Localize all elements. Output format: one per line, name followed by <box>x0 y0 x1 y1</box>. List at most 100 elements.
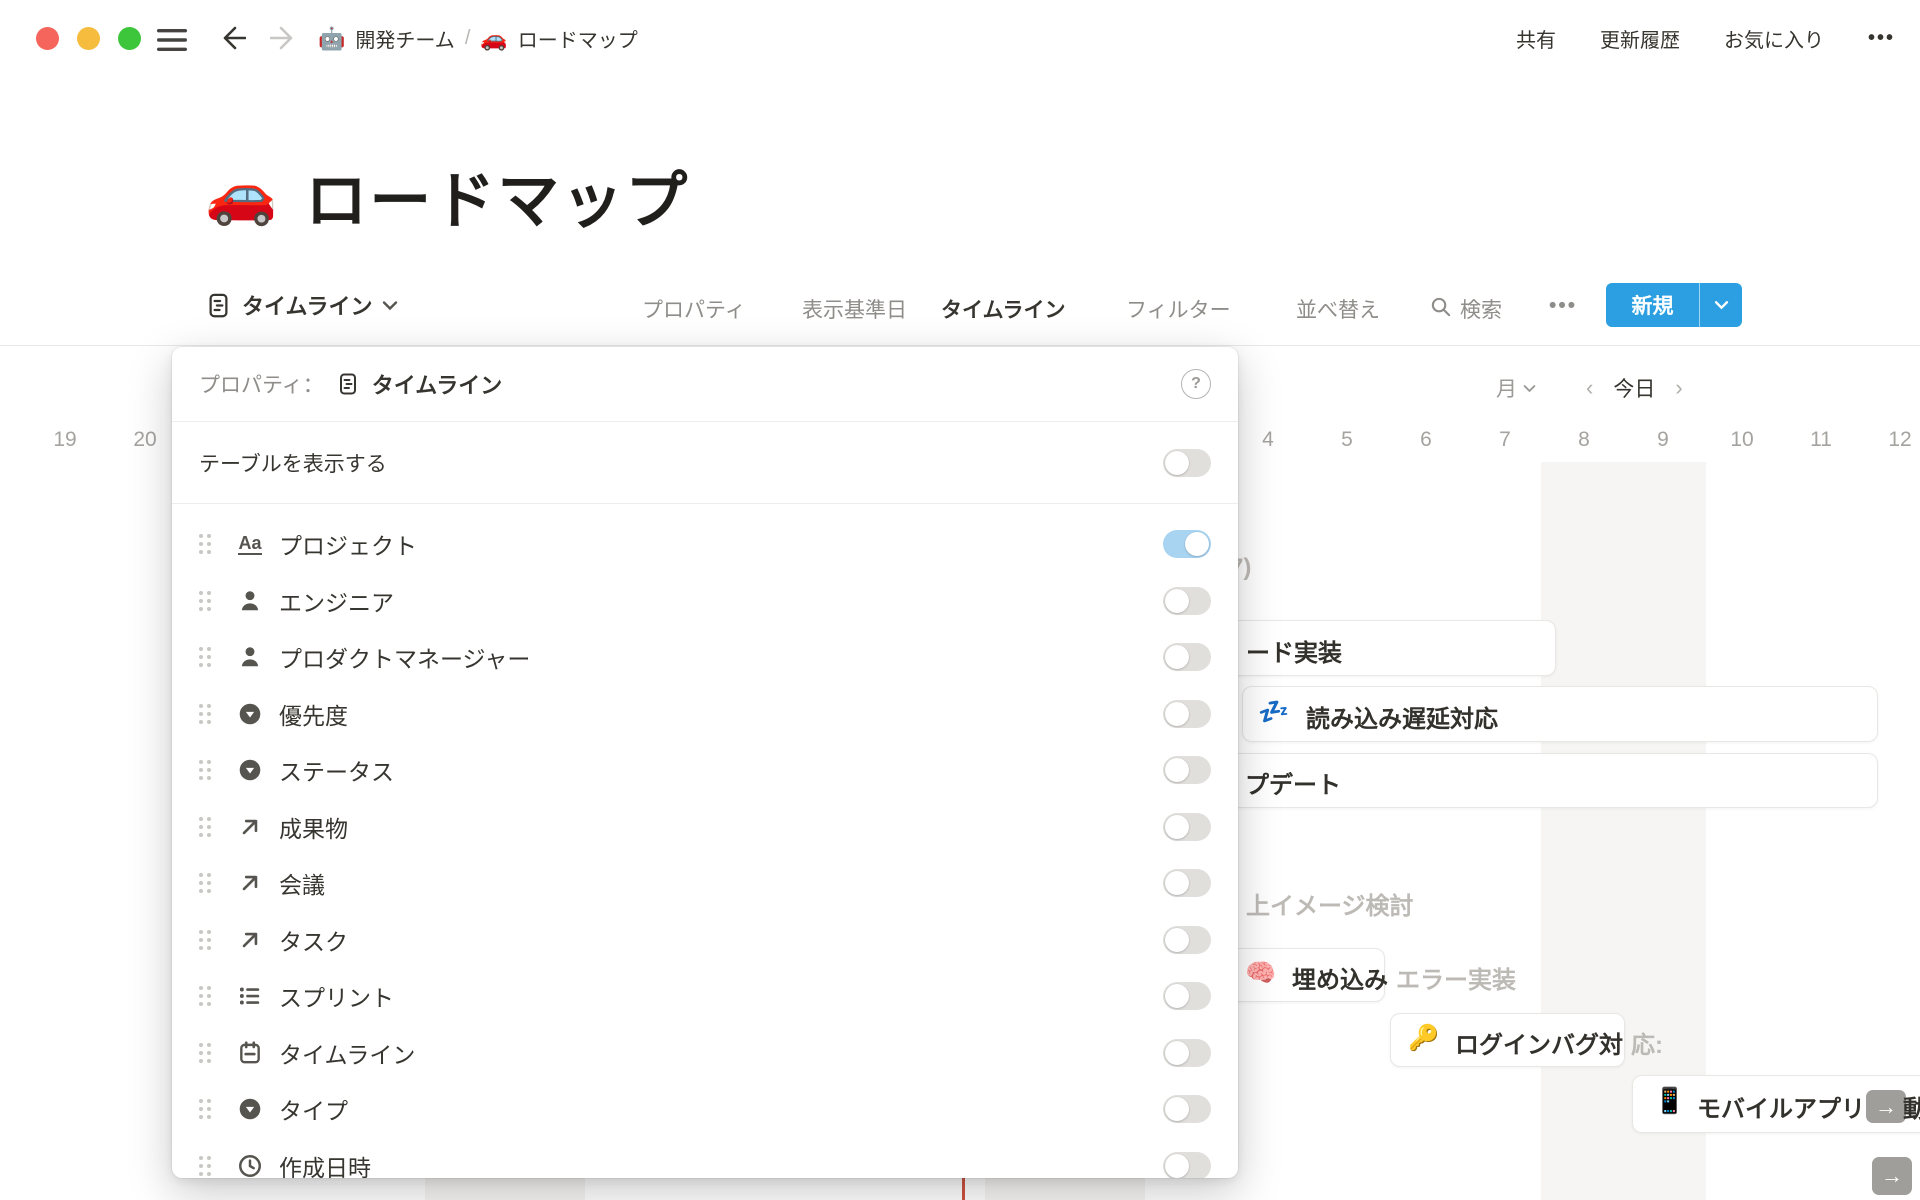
tab-timeline-view[interactable]: タイムライン <box>205 289 398 321</box>
new-button-caret-icon[interactable] <box>1700 300 1742 310</box>
drag-handle-icon[interactable] <box>199 704 213 724</box>
drag-handle-icon[interactable] <box>199 647 213 667</box>
property-label: プロダクトマネージャー <box>279 640 530 674</box>
filter-button[interactable]: フィルター <box>1126 294 1231 324</box>
properties-button[interactable]: プロパティ <box>642 294 746 324</box>
more-options-icon[interactable]: ••• <box>1868 27 1895 50</box>
timeline-item-ghost-title[interactable]: 上イメージ検討 <box>1246 886 1414 921</box>
property-row: エンジニア <box>199 573 1211 630</box>
search-button[interactable]: 検索 <box>1460 294 1502 324</box>
drag-handle-icon[interactable] <box>199 591 213 611</box>
new-button-label[interactable]: 新規 <box>1606 290 1699 320</box>
date-icon <box>235 1038 265 1068</box>
property-label: タスク <box>279 923 348 957</box>
close-window-button[interactable] <box>36 27 59 50</box>
property-toggle[interactable] <box>1163 926 1211 954</box>
list-icon <box>235 981 265 1011</box>
next-period-button[interactable]: › <box>1663 375 1694 401</box>
prev-period-button[interactable]: ‹ <box>1574 375 1605 401</box>
breadcrumb-separator: / <box>465 27 471 50</box>
property-toggle[interactable] <box>1163 700 1211 728</box>
drag-handle-icon[interactable] <box>199 930 213 950</box>
item-title-overflow: 応: <box>1631 1025 1663 1060</box>
properties-popup: プロパティ： タイムライン ? テーブルを表示する Aaプロジェクトエンジニアプ… <box>172 347 1238 1178</box>
divider <box>172 503 1238 504</box>
breadcrumb-team[interactable]: 開発チーム <box>355 24 454 53</box>
property-label: タイムライン <box>279 1036 415 1070</box>
updates-button[interactable]: 更新履歴 <box>1600 24 1680 53</box>
drag-handle-icon[interactable] <box>199 986 213 1006</box>
today-button[interactable]: 今日 <box>1605 373 1663 403</box>
timeline-item-title[interactable]: ード実装 <box>1246 633 1342 668</box>
drag-handle-icon[interactable] <box>199 534 213 554</box>
favorite-button[interactable]: お気に入り <box>1724 24 1824 53</box>
relation-icon <box>235 868 265 898</box>
date-label: 9 <box>1657 428 1669 452</box>
date-basis-label[interactable]: 表示基準日 <box>802 294 907 324</box>
minimize-window-button[interactable] <box>77 27 100 50</box>
timeline-item-title[interactable]: ログインバグ対応: <box>1455 1025 1663 1060</box>
toolbar-more-icon[interactable]: ••• <box>1549 294 1577 318</box>
new-button[interactable]: 新規 <box>1606 283 1742 327</box>
property-toggle[interactable] <box>1163 1152 1211 1178</box>
relation-icon <box>235 812 265 842</box>
sidebar-menu-icon[interactable] <box>157 28 187 52</box>
property-toggle[interactable] <box>1163 756 1211 784</box>
date-label: 7 <box>1499 428 1511 452</box>
team-emoji: 🤖 <box>318 26 345 52</box>
help-icon[interactable]: ? <box>1181 369 1211 399</box>
property-toggle[interactable] <box>1163 643 1211 671</box>
drag-handle-icon[interactable] <box>199 873 213 893</box>
item-title-text: 埋め込み <box>1292 960 1388 995</box>
property-row: 成果物 <box>199 799 1211 856</box>
property-row: 作成日時 <box>199 1138 1211 1179</box>
right-arrow-icon: → <box>1881 1163 1903 1189</box>
property-toggle[interactable] <box>1163 1095 1211 1123</box>
show-table-toggle[interactable] <box>1163 449 1211 477</box>
property-label: 優先度 <box>279 697 348 731</box>
property-toggle[interactable] <box>1163 813 1211 841</box>
timeline-item-title[interactable]: 読み込み遅延対応 <box>1306 699 1498 734</box>
date-label: 19 <box>53 428 76 452</box>
property-row: タイプ <box>199 1081 1211 1138</box>
property-toggle[interactable] <box>1163 869 1211 897</box>
drag-handle-icon[interactable] <box>199 760 213 780</box>
property-label: ステータス <box>279 753 394 787</box>
search-icon[interactable] <box>1430 296 1451 317</box>
select-icon <box>235 1094 265 1124</box>
zoom-window-button[interactable] <box>118 27 141 50</box>
timeline-item-title[interactable]: モバイルアプリ <box>1697 1089 1865 1124</box>
property-row: ステータス <box>199 742 1211 799</box>
property-toggle[interactable] <box>1163 530 1211 558</box>
back-icon[interactable] <box>218 24 246 52</box>
property-toggle[interactable] <box>1163 1039 1211 1067</box>
item-emoji: 💤 <box>1258 700 1289 725</box>
drag-handle-icon[interactable] <box>199 1156 213 1176</box>
title-icon: Aa <box>235 529 265 559</box>
jump-to-item-button[interactable]: → <box>1866 1090 1906 1123</box>
page-icon-emoji[interactable]: 🚗 <box>205 166 277 224</box>
breadcrumb-page[interactable]: ロードマップ <box>518 24 638 53</box>
drag-handle-icon[interactable] <box>199 1043 213 1063</box>
relation-icon <box>235 925 265 955</box>
jump-to-item-button[interactable]: → <box>1872 1157 1912 1195</box>
timeline-nav: 月 ‹ 今日 › <box>1496 373 1695 403</box>
zoom-level-label: 月 <box>1496 373 1517 403</box>
clipped-item-text: 動 <box>1903 1089 1920 1124</box>
date-basis-value[interactable]: タイムライン <box>941 294 1066 324</box>
property-toggle[interactable] <box>1163 982 1211 1010</box>
drag-handle-icon[interactable] <box>199 1099 213 1119</box>
property-row: 優先度 <box>199 686 1211 743</box>
drag-handle-icon[interactable] <box>199 817 213 837</box>
date-label: 5 <box>1341 428 1353 452</box>
page-emoji-small: 🚗 <box>480 26 507 52</box>
forward-icon[interactable] <box>270 24 298 52</box>
sort-button[interactable]: 並べ替え <box>1296 294 1380 324</box>
property-toggle[interactable] <box>1163 587 1211 615</box>
share-button[interactable]: 共有 <box>1516 24 1556 53</box>
page-title-text[interactable]: ロードマップ <box>305 150 689 240</box>
timeline-item-title[interactable]: 埋め込みエラー実装 <box>1292 960 1516 995</box>
timeline-item-title[interactable]: プデート <box>1245 765 1341 800</box>
popup-title-prefix: プロパティ： <box>199 369 324 399</box>
zoom-level-select[interactable]: 月 <box>1496 373 1536 403</box>
